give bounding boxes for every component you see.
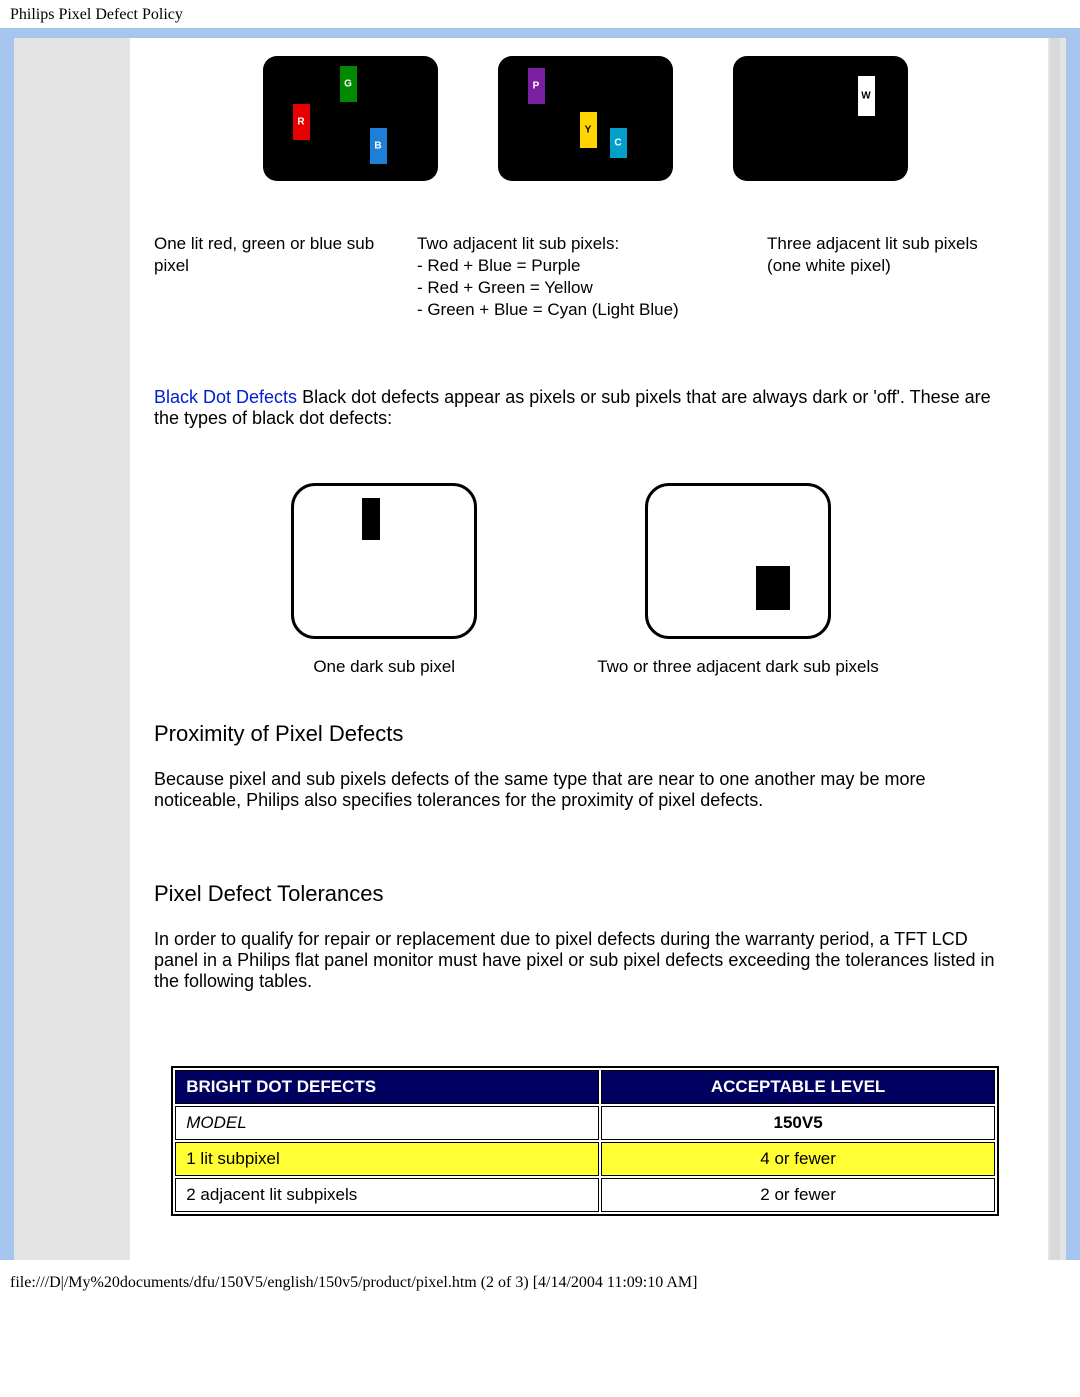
cell-model-value: 150V5: [601, 1106, 994, 1140]
table-row: MODEL 150V5: [175, 1106, 995, 1140]
table-header-row: BRIGHT DOT DEFECTS ACCEPTABLE LEVEL: [175, 1070, 995, 1104]
th-bright-dot: BRIGHT DOT DEFECTS: [175, 1070, 599, 1104]
bright-dot-screen-rgb: R G B: [263, 56, 438, 181]
dark-pixel-small: [362, 498, 380, 540]
black-dot-paragraph: Black Dot Defects Black dot defects appe…: [154, 387, 1016, 429]
pixel-p-label: P: [533, 81, 540, 92]
pixel-p: P: [528, 68, 545, 104]
tolerance-table: BRIGHT DOT DEFECTS ACCEPTABLE LEVEL MODE…: [171, 1066, 999, 1216]
cell-row2-b: 2 or fewer: [601, 1178, 994, 1212]
outer-blue-frame: R G B P Y C W One lit: [0, 28, 1080, 1260]
black-dot-defects-link[interactable]: Black Dot Defects: [154, 387, 297, 407]
th-acceptable: ACCEPTABLE LEVEL: [601, 1070, 994, 1104]
pixel-w-label: W: [861, 91, 870, 102]
pixel-r-label: R: [297, 117, 304, 128]
cell-model-label: MODEL: [175, 1106, 599, 1140]
cell-row1-b: 4 or fewer: [601, 1142, 994, 1176]
proximity-text: Because pixel and sub pixels defects of …: [154, 769, 1016, 811]
proximity-heading: Proximity of Pixel Defects: [154, 721, 1016, 747]
gray-panel: R G B P Y C W One lit: [14, 38, 1066, 1260]
pixel-b: B: [370, 128, 387, 164]
dark-dot-caption-1: One dark sub pixel: [313, 657, 455, 677]
pixel-g-label: G: [344, 79, 352, 90]
dark-pixel-large: [756, 566, 790, 610]
bright-dot-figure-row: R G B P Y C W: [154, 38, 1016, 193]
page-footer-path: file:///D|/My%20documents/dfu/150V5/engl…: [0, 1260, 1080, 1302]
pixel-r: R: [293, 104, 310, 140]
pixel-g: G: [340, 66, 357, 102]
bright-dot-caption-row: One lit red, green or blue sub pixel Two…: [154, 193, 1016, 341]
bottom-spacer: [154, 1216, 1016, 1260]
cell-row2-a: 2 adjacent lit subpixels: [175, 1178, 599, 1212]
dark-dot-col-1: One dark sub pixel: [291, 483, 477, 677]
tolerances-text: In order to qualify for repair or replac…: [154, 929, 1016, 992]
scrollbar[interactable]: [1050, 38, 1060, 1260]
caption-pyc: Two adjacent lit sub pixels: - Red + Blu…: [417, 233, 753, 321]
browser-tab-title: Philips Pixel Defect Policy: [0, 0, 1080, 26]
pixel-c-label: C: [614, 138, 621, 149]
pixel-c: C: [610, 128, 627, 158]
table-row: 1 lit subpixel 4 or fewer: [175, 1142, 995, 1176]
bright-dot-screen-pyc: P Y C: [498, 56, 673, 181]
tolerances-heading: Pixel Defect Tolerances: [154, 881, 1016, 907]
pixel-w: W: [858, 76, 875, 116]
dark-dot-col-2: Two or three adjacent dark sub pixels: [597, 483, 879, 677]
caption-w: Three adjacent lit sub pixels (one white…: [767, 233, 1016, 321]
document-card: R G B P Y C W One lit: [130, 38, 1048, 1260]
pixel-b-label: B: [374, 141, 381, 152]
dark-dot-screen-2: [645, 483, 831, 639]
pixel-y-label: Y: [585, 125, 592, 136]
tolerance-table-wrap: BRIGHT DOT DEFECTS ACCEPTABLE LEVEL MODE…: [154, 1066, 1016, 1216]
table-row: 2 adjacent lit subpixels 2 or fewer: [175, 1178, 995, 1212]
dark-dot-screen-1: [291, 483, 477, 639]
document-content: R G B P Y C W One lit: [130, 38, 1040, 1260]
dark-dot-figure-row: One dark sub pixel Two or three adjacent…: [154, 447, 1016, 687]
cell-row1-a: 1 lit subpixel: [175, 1142, 599, 1176]
bright-dot-screen-w: W: [733, 56, 908, 181]
caption-rgb: One lit red, green or blue sub pixel: [154, 233, 403, 321]
pixel-y: Y: [580, 112, 597, 148]
dark-dot-caption-2: Two or three adjacent dark sub pixels: [597, 657, 879, 677]
